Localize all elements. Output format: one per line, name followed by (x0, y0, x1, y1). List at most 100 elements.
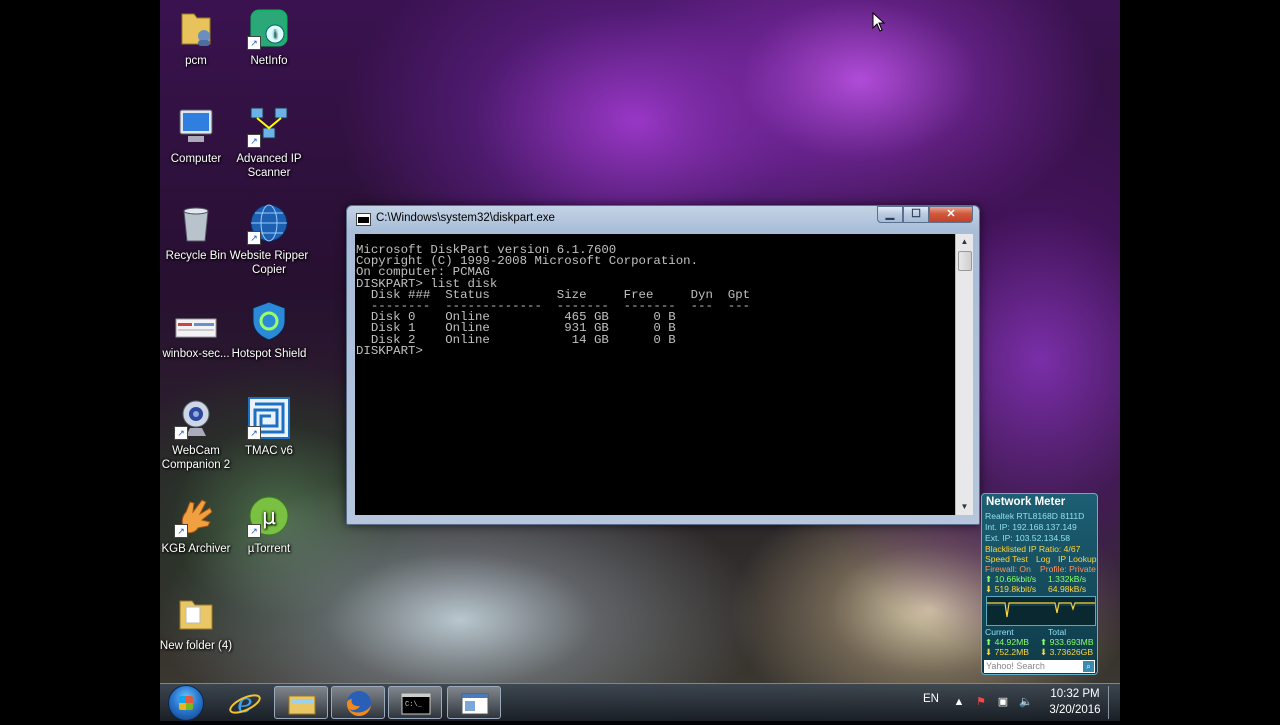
ip-lookup-link[interactable]: IP Lookup (1058, 554, 1097, 565)
desktop-icon-label: TMAC v6 (245, 445, 293, 457)
blacklist-ratio: Blacklisted IP Ratio: 4/67 (985, 544, 1081, 554)
search-icon[interactable]: ⌕ (1083, 661, 1094, 672)
down-arrow-icon: ⬇ (985, 647, 993, 657)
taskbar-internet-explorer[interactable]: e (218, 686, 272, 719)
shield-icon (247, 299, 291, 343)
action-center-icon[interactable]: ⚑ (975, 696, 987, 708)
shortcut-arrow-icon: ↗ (247, 231, 261, 245)
taskbar: e C:\_ EN ▲ ⚑ ▣ 🔈 10:32 PM 3/20/2016 (160, 683, 1120, 721)
current-label: Current (985, 627, 1014, 637)
yahoo-search-input[interactable]: Yahoo! Search ⌕ (984, 660, 1095, 673)
desktop-icon-hotspot-shield[interactable]: Hotspot Shield (227, 299, 311, 361)
total-download: ⬇ 3.73626GB (1040, 647, 1093, 658)
desktop-icon-label: Advanced IP Scanner (236, 153, 302, 179)
maximize-button[interactable]: ☐ (903, 206, 929, 223)
network-meter-gadget[interactable]: Network Meter Realtek RTL8168D 8111D Int… (981, 493, 1098, 675)
taskbar-windows-explorer[interactable] (274, 686, 328, 719)
console-prompt-line[interactable]: DISKPART> (356, 345, 955, 358)
language-indicator[interactable]: EN (923, 693, 939, 705)
desktop-icon-new-folder[interactable]: New folder (4) (160, 591, 238, 653)
diskpart-window[interactable]: C:\Windows\system32\diskpart.exe ▁ ☐ ✕ M… (346, 205, 980, 525)
console-app-icon (356, 213, 371, 226)
vertical-scrollbar[interactable]: ▲ ▼ (955, 234, 973, 515)
upload-rate: ⬆ 10.66kbit/s (985, 574, 1036, 585)
netinfo-icon: i ↗ (247, 6, 291, 50)
taskbar-diskpart[interactable] (447, 686, 501, 719)
scroll-up-arrow-icon[interactable]: ▲ (956, 234, 973, 250)
desktop-icon-label: Computer (170, 153, 222, 165)
internal-ip: Int. IP: 192.168.137.149 (985, 522, 1077, 532)
desktop-icon-label: Hotspot Shield (231, 348, 307, 360)
up-arrow-icon: ⬆ (1040, 637, 1048, 647)
user-folder-icon (174, 6, 218, 50)
total-download-value: 3.73626GB (1049, 647, 1094, 657)
cmd-icon: C:\_ (401, 693, 431, 715)
desktop-icon-tmac[interactable]: ↗ TMAC v6 (227, 396, 311, 458)
explorer-icon (288, 695, 316, 715)
desktop-icon-label: pcm (185, 55, 207, 67)
desktop-icon-label: New folder (4) (160, 640, 233, 652)
scroll-down-arrow-icon[interactable]: ▼ (956, 499, 973, 515)
volume-icon[interactable]: 🔈 (1019, 696, 1033, 708)
shortcut-arrow-icon: ↗ (247, 524, 261, 538)
desktop-icon-website-ripper[interactable]: ↗ Website Ripper Copier (227, 201, 311, 277)
gadget-title: Network Meter (986, 496, 1066, 508)
desktop-icon-label: µTorrent (247, 543, 291, 555)
desktop-icon-label: KGB Archiver (161, 543, 231, 555)
window-title: C:\Windows\system32\diskpart.exe (376, 212, 555, 224)
network-icon[interactable]: ▣ (997, 696, 1009, 708)
log-link[interactable]: Log (1036, 554, 1050, 565)
total-upload: ⬆ 933.693MB (1040, 637, 1094, 648)
download-rate-bits: 519.8kbit/s (994, 584, 1037, 594)
traffic-graph (986, 596, 1096, 626)
shortcut-arrow-icon: ↗ (174, 426, 188, 440)
speed-test-link[interactable]: Speed Test (985, 554, 1028, 565)
show-desktop-button[interactable] (1108, 686, 1119, 719)
window-titlebar[interactable]: C:\Windows\system32\diskpart.exe ▁ ☐ ✕ (347, 206, 979, 230)
taskbar-command-prompt[interactable]: C:\_ (388, 686, 442, 719)
show-hidden-icons-icon[interactable]: ▲ (953, 696, 965, 708)
folder-icon (174, 591, 218, 635)
shortcut-arrow-icon: ↗ (247, 426, 261, 440)
hand-icon: ↗ (174, 494, 218, 538)
up-arrow-icon: ⬆ (985, 637, 993, 647)
desktop-icon-label: winbox-sec... (162, 348, 230, 360)
download-rate: ⬇ 519.8kbit/s (985, 584, 1036, 595)
minimize-button[interactable]: ▁ (877, 206, 903, 223)
desktop-icon-label: Website Ripper Copier (229, 250, 309, 276)
upload-rate-bits: 10.66kbit/s (994, 574, 1037, 584)
scrollbar-thumb[interactable] (958, 251, 972, 271)
maze-icon: ↗ (247, 396, 291, 440)
desktop-icon-advanced-ip-scanner[interactable]: ↗ Advanced IP Scanner (227, 104, 311, 180)
down-arrow-icon: ⬇ (985, 584, 993, 594)
up-arrow-icon: ⬆ (985, 574, 993, 584)
search-placeholder: Yahoo! Search (986, 661, 1045, 671)
adapter-name: Realtek RTL8168D 8111D (985, 511, 1085, 521)
computer-icon (174, 104, 218, 148)
down-arrow-icon: ⬇ (1040, 647, 1048, 657)
desktop-icon-utorrent[interactable]: µ ↗ µTorrent (227, 494, 311, 556)
svg-text:e: e (237, 689, 252, 719)
clock-date[interactable]: 3/20/2016 (1045, 704, 1105, 716)
shortcut-arrow-icon: ↗ (247, 36, 261, 50)
desktop-icon-netinfo[interactable]: i ↗ NetInfo (227, 6, 311, 68)
recycle-bin-icon (174, 201, 218, 245)
external-ip: Ext. IP: 103.52.134.58 (985, 533, 1071, 543)
current-upload-value: 44.92MB (994, 637, 1029, 647)
current-download-value: 752.2MB (994, 647, 1029, 657)
diskpart-window-icon (461, 693, 489, 715)
close-button[interactable]: ✕ (929, 206, 973, 223)
file-icon (174, 299, 218, 343)
globe-icon: ↗ (247, 201, 291, 245)
svg-text:µ: µ (262, 505, 276, 530)
start-button[interactable] (168, 685, 204, 721)
console-output[interactable]: Microsoft DiskPart version 6.1.7600 Copyr… (355, 234, 955, 515)
svg-text:i: i (274, 27, 277, 41)
current-download: ⬇ 752.2MB (985, 647, 1029, 658)
desktop-icon-label: NetInfo (250, 55, 288, 67)
utorrent-icon: µ ↗ (247, 494, 291, 538)
taskbar-firefox[interactable] (331, 686, 385, 719)
clock-time[interactable]: 10:32 PM (1049, 688, 1101, 700)
shortcut-arrow-icon: ↗ (174, 524, 188, 538)
firewall-status: Firewall: On (985, 564, 1031, 574)
